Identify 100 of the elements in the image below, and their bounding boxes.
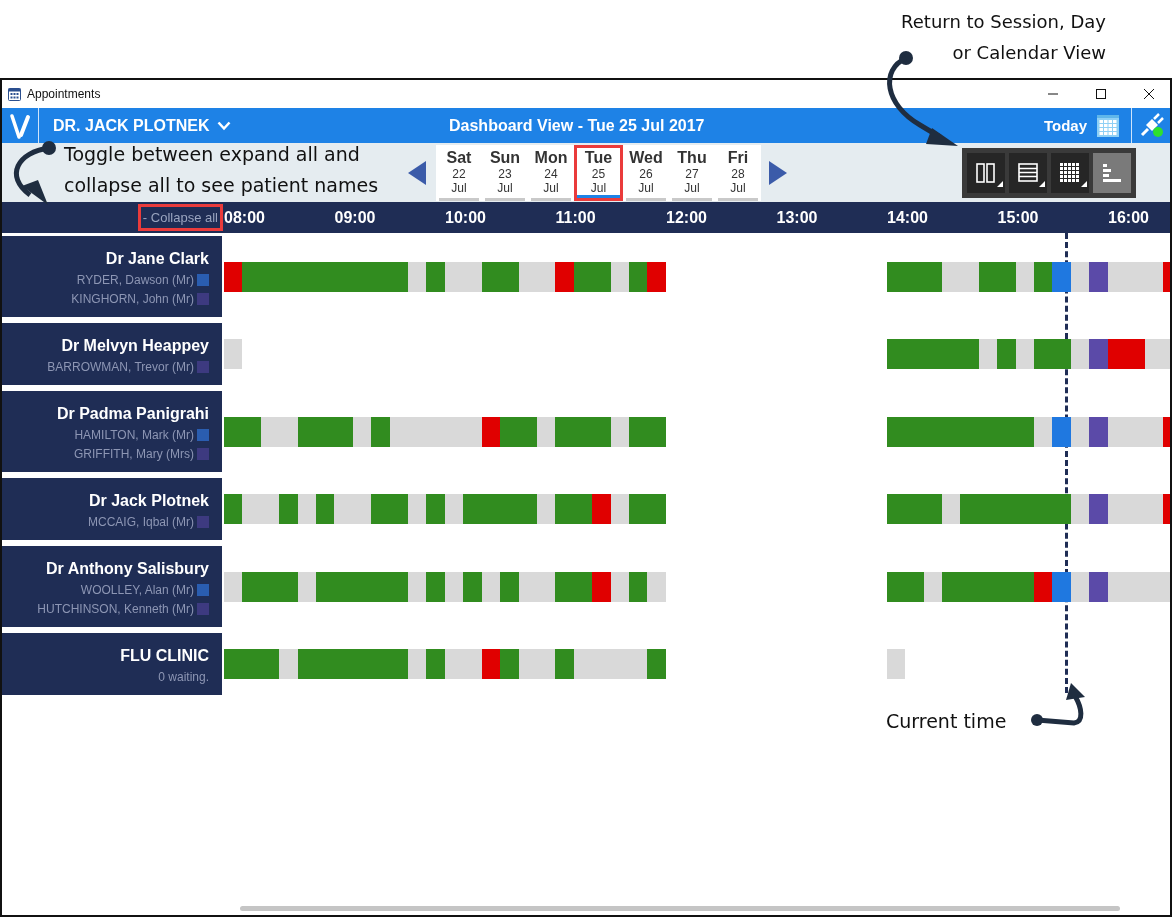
appointment-slot[interactable] xyxy=(1034,261,1053,292)
appointment-slot[interactable] xyxy=(334,416,353,447)
appointment-slot[interactable] xyxy=(941,571,961,602)
day-tab[interactable]: Fri 28 Jul xyxy=(715,144,761,201)
appointment-slot[interactable] xyxy=(573,261,593,292)
appointment-slot[interactable] xyxy=(536,571,556,602)
appointment-slot[interactable] xyxy=(979,339,998,369)
appointment-slot[interactable] xyxy=(481,261,501,292)
appointment-slot[interactable] xyxy=(555,416,574,447)
appointment-slot[interactable] xyxy=(426,261,445,292)
appointment-slot[interactable] xyxy=(610,416,629,447)
appointment-slot[interactable] xyxy=(297,416,317,447)
appointment-slot[interactable] xyxy=(518,416,537,447)
appointment-slot[interactable] xyxy=(1015,571,1034,602)
appointment-slot[interactable] xyxy=(1107,416,1127,447)
day-tab[interactable]: Tue 25 Jul xyxy=(574,144,623,201)
appointment-slot[interactable] xyxy=(1070,416,1090,447)
appointment-slot[interactable] xyxy=(297,571,317,602)
appointment-slot[interactable] xyxy=(1052,261,1071,292)
appointment-slot[interactable] xyxy=(1015,261,1034,292)
appointment-slot[interactable] xyxy=(610,571,629,602)
appointment-slot[interactable] xyxy=(224,494,243,524)
appointment-slot[interactable] xyxy=(242,571,261,602)
appointment-slot[interactable] xyxy=(279,571,298,602)
appointment-slot[interactable] xyxy=(1034,416,1053,447)
appointment-slot[interactable] xyxy=(408,494,427,524)
appointment-slot[interactable] xyxy=(242,416,261,447)
appointment-slot[interactable] xyxy=(997,261,1016,292)
appointment-slot[interactable] xyxy=(647,416,666,447)
appointment-slot[interactable] xyxy=(886,261,906,292)
patient-name[interactable]: WOOLLEY, Alan (Mr) xyxy=(80,582,194,597)
appointment-slot[interactable] xyxy=(500,571,519,602)
appointment-slot[interactable] xyxy=(1089,416,1108,447)
appointment-slot[interactable] xyxy=(316,494,335,524)
appointment-slot[interactable] xyxy=(923,571,942,602)
day-tab[interactable]: Thu 27 Jul xyxy=(669,144,715,201)
appointment-slot[interactable] xyxy=(371,416,390,447)
appointment-slot[interactable] xyxy=(1071,339,1090,369)
appointment-slot[interactable] xyxy=(389,416,409,447)
appointment-slot[interactable] xyxy=(573,571,593,602)
appointment-slot[interactable] xyxy=(389,571,409,602)
day-tab[interactable]: Sat 22 Jul xyxy=(436,144,482,201)
appointment-slot[interactable] xyxy=(555,261,574,292)
day-tab[interactable]: Mon 24 Jul xyxy=(528,144,574,201)
appointment-slot[interactable] xyxy=(408,261,427,292)
appointment-slot[interactable] xyxy=(628,571,648,602)
appointment-slot[interactable] xyxy=(481,416,501,447)
appointment-slot[interactable] xyxy=(592,416,611,447)
appointment-slot[interactable] xyxy=(518,261,537,292)
appointment-slot[interactable] xyxy=(1034,571,1053,602)
collapse-all-toggle[interactable]: - Collapse all xyxy=(137,204,223,231)
appointment-slot[interactable] xyxy=(316,571,335,602)
appointment-slot[interactable] xyxy=(352,416,372,447)
appointment-slot[interactable] xyxy=(923,261,942,292)
logo-icon[interactable] xyxy=(9,112,31,139)
patient-name[interactable]: MCCAIG, Iqbal (Mr) xyxy=(88,514,194,529)
appointment-slot[interactable] xyxy=(1089,571,1108,602)
patient-name[interactable]: BARROWMAN, Trevor (Mr) xyxy=(47,359,194,374)
patient-name[interactable]: GRIFFITH, Mary (Mrs) xyxy=(74,446,194,461)
appointment-slot[interactable] xyxy=(224,261,243,292)
appointment-slot[interactable] xyxy=(592,261,611,292)
appointment-slot[interactable] xyxy=(978,261,998,292)
appointment-slot[interactable] xyxy=(1052,571,1071,602)
patient-name[interactable]: HUTCHINSON, Kenneth (Mr) xyxy=(37,601,194,616)
appointment-slot[interactable] xyxy=(1107,571,1127,602)
appointment-slot[interactable] xyxy=(481,571,501,602)
appointment-slot[interactable] xyxy=(1070,571,1090,602)
patient-name[interactable]: RYDER, Dawson (Mr) xyxy=(76,272,194,287)
appointment-slot[interactable] xyxy=(941,261,961,292)
appointment-slot[interactable] xyxy=(886,494,906,524)
view-button[interactable] xyxy=(1009,152,1047,193)
view-button[interactable] xyxy=(1093,152,1131,193)
appointment-slot[interactable] xyxy=(224,571,243,602)
appointment-slot[interactable] xyxy=(426,571,445,602)
appointment-slot[interactable] xyxy=(647,261,666,292)
appointment-slot[interactable] xyxy=(518,571,537,602)
appointment-slot[interactable] xyxy=(628,261,648,292)
appointment-slot[interactable] xyxy=(408,571,427,602)
today-button[interactable]: Today xyxy=(1043,114,1131,137)
day-tab[interactable]: Sun 23 Jul xyxy=(482,144,528,201)
appointment-slot[interactable] xyxy=(1015,416,1034,447)
patient-name[interactable]: HAMILTON, Mark (Mr) xyxy=(74,427,194,442)
appointment-slot[interactable] xyxy=(1107,261,1127,292)
appointment-slot[interactable] xyxy=(610,261,629,292)
view-button[interactable] xyxy=(1051,152,1089,193)
appointment-slot[interactable] xyxy=(444,261,464,292)
appointment-slot[interactable] xyxy=(224,416,243,447)
appointment-slot[interactable] xyxy=(628,416,648,447)
view-button[interactable] xyxy=(967,152,1005,193)
scrollbar-thumb[interactable] xyxy=(240,905,1120,911)
appointment-slot[interactable] xyxy=(536,416,556,447)
patient-name[interactable]: KINGHORN, John (Mr) xyxy=(71,291,194,306)
appointment-slot[interactable] xyxy=(592,571,611,602)
appointment-slot[interactable] xyxy=(500,416,519,447)
appointment-slot[interactable] xyxy=(1070,261,1090,292)
day-tab[interactable]: Wed 26 Jul xyxy=(623,144,669,201)
appointment-slot[interactable] xyxy=(444,571,464,602)
appointment-slot[interactable] xyxy=(389,261,409,292)
appointment-slot[interactable] xyxy=(242,261,261,292)
appointment-slot[interactable] xyxy=(886,571,906,602)
